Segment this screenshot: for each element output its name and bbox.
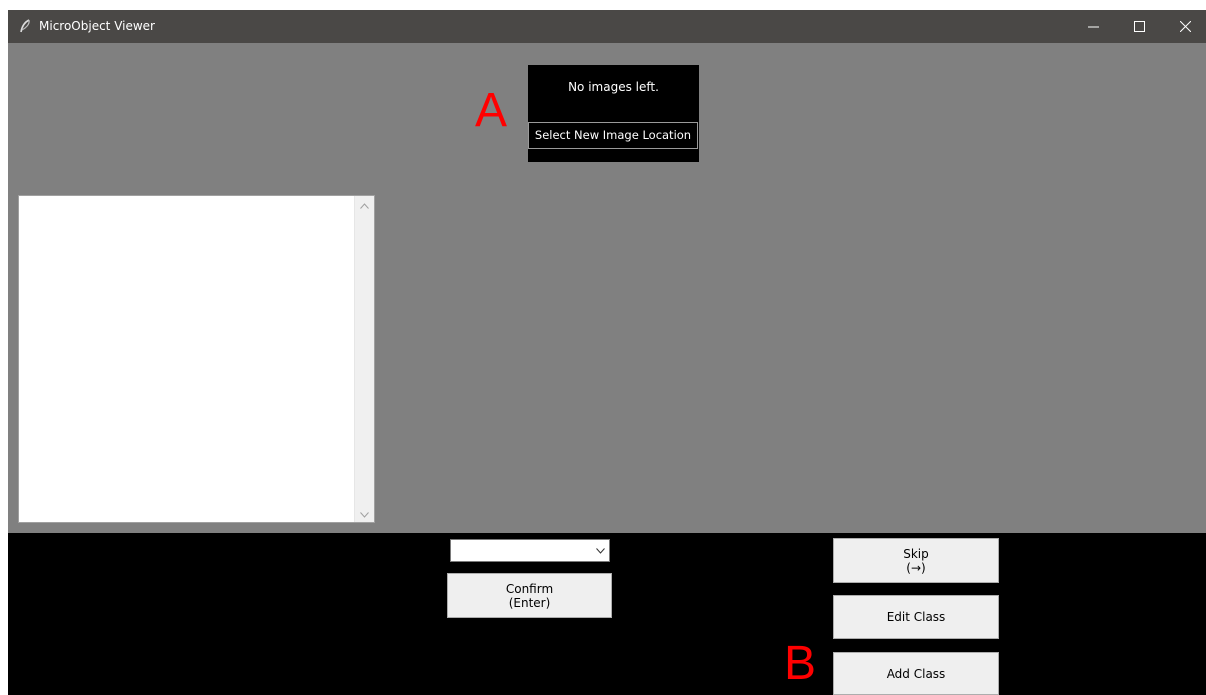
minimize-icon xyxy=(1087,21,1099,32)
chevron-down-icon xyxy=(360,507,369,521)
close-icon xyxy=(1179,21,1191,32)
class-listbox[interactable] xyxy=(18,195,375,523)
class-combobox[interactable] xyxy=(450,539,610,562)
chevron-up-icon xyxy=(360,198,369,212)
confirm-button[interactable]: Confirm (Enter) xyxy=(447,573,612,618)
title-bar[interactable]: MicroObject Viewer xyxy=(8,10,1206,43)
confirm-shortcut: (Enter) xyxy=(508,595,551,610)
close-button[interactable] xyxy=(1162,10,1206,43)
add-class-button[interactable]: Add Class xyxy=(833,652,999,695)
annotation-label-b: B xyxy=(784,637,817,690)
scroll-up-button[interactable] xyxy=(355,196,374,213)
maximize-icon xyxy=(1133,21,1145,32)
scroll-down-button[interactable] xyxy=(355,505,374,522)
chevron-down-icon[interactable] xyxy=(592,540,609,561)
skip-label: Skip xyxy=(903,546,929,561)
edit-class-button[interactable]: Edit Class xyxy=(833,595,999,639)
minimize-button[interactable] xyxy=(1070,10,1116,43)
window-title: MicroObject Viewer xyxy=(39,19,155,33)
vertical-scrollbar[interactable] xyxy=(354,196,374,522)
image-panel: No images left. Select New Image Locatio… xyxy=(528,65,699,162)
maximize-button[interactable] xyxy=(1116,10,1162,43)
annotation-label-a: A xyxy=(475,84,508,137)
confirm-label: Confirm xyxy=(505,581,554,596)
app-window: MicroObject Viewer No images left. Selec… xyxy=(8,10,1206,695)
skip-button[interactable]: Skip (→) xyxy=(833,538,999,583)
skip-shortcut: (→) xyxy=(906,560,926,575)
controls-panel: Confirm (Enter) Skip (→) Edit Class Add … xyxy=(8,533,1206,695)
feather-icon xyxy=(18,19,32,34)
select-image-location-button[interactable]: Select New Image Location xyxy=(528,122,698,149)
status-message: No images left. xyxy=(568,80,659,94)
class-list[interactable] xyxy=(19,196,354,522)
